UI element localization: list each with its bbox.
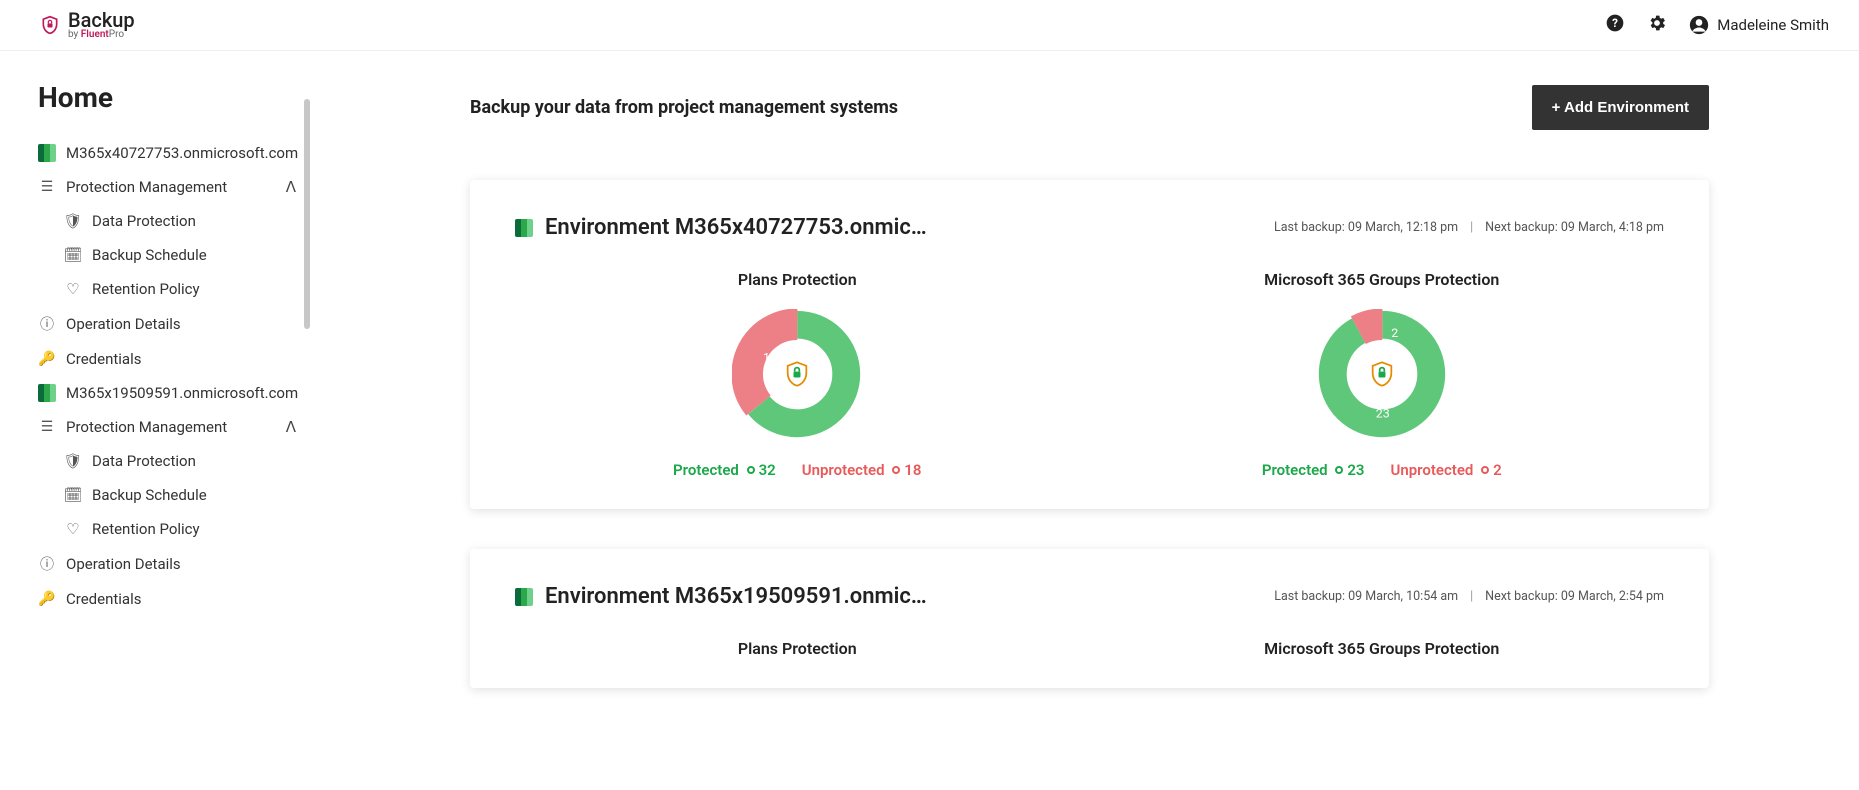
last-backup: Last backup: 09 March, 12:18 pm — [1274, 220, 1458, 235]
sidebar-backup-schedule-2[interactable]: 🗓 Backup Schedule — [38, 478, 306, 512]
sidebar-operation-details-2[interactable]: ⓘ Operation Details — [38, 546, 306, 582]
user-icon — [1689, 15, 1709, 35]
environment-card: Environment M365x19509591.onmic… Last ba… — [470, 549, 1709, 688]
key-icon: 🔑 — [38, 351, 56, 367]
environment-title[interactable]: Environment M365x19509591.onmic… — [515, 584, 927, 609]
environment-card: Environment M365x40727753.onmic… Last ba… — [470, 180, 1709, 509]
gear-icon[interactable] — [1647, 13, 1667, 37]
svg-text:32: 32 — [816, 379, 830, 393]
chevron-up-icon: ᐱ — [286, 178, 296, 196]
page-title: Home — [38, 81, 306, 114]
sidebar-env-1[interactable]: M365x40727753.onmicrosoft.com ⌄ — [38, 136, 306, 170]
backup-meta: Last backup: 09 March, 12:18 pm | Next b… — [1274, 220, 1664, 235]
legend-protected: Protected 23 — [1262, 461, 1365, 479]
chevron-up-icon: ᐱ — [286, 418, 296, 436]
sidebar-backup-schedule-1[interactable]: 🗓 Backup Schedule — [38, 238, 306, 272]
user-menu[interactable]: Madeleine Smith — [1689, 15, 1829, 35]
shield-icon: 🛡 — [64, 212, 82, 230]
planner-icon — [515, 219, 533, 237]
calendar-icon: 🗓 — [64, 246, 82, 264]
sidebar-credentials-1[interactable]: 🔑 Credentials — [38, 342, 306, 376]
shield-lock-icon — [40, 15, 60, 35]
svg-text:?: ? — [1612, 16, 1618, 30]
key-icon: 🔑 — [38, 591, 56, 607]
svg-text:18: 18 — [763, 352, 777, 366]
shield-lock-icon — [1361, 353, 1403, 395]
list-icon: ☰ — [38, 179, 56, 195]
app-logo[interactable]: Backup by FluentPro — [40, 10, 135, 40]
list-icon: ☰ — [38, 419, 56, 435]
sidebar-env-2[interactable]: M365x19509591.onmicrosoft.com ⌄ — [38, 376, 306, 410]
sidebar-retention-policy-1[interactable]: ♡ Retention Policy — [38, 272, 306, 306]
logo-subtitle: by FluentPro — [68, 30, 135, 40]
legend-protected: Protected 32 — [673, 461, 776, 479]
sidebar-credentials-2[interactable]: 🔑 Credentials — [38, 582, 306, 616]
heart-icon: ♡ — [64, 520, 82, 538]
heart-icon: ♡ — [64, 280, 82, 298]
next-backup: Next backup: 09 March, 4:18 pm — [1485, 220, 1664, 235]
shield-icon: 🛡 — [64, 452, 82, 470]
sidebar-protection-mgmt-1[interactable]: ☰ Protection Management ᐱ — [38, 170, 306, 204]
shield-lock-icon — [776, 353, 818, 395]
next-backup: Next backup: 09 March, 2:54 pm — [1485, 589, 1664, 604]
sidebar-protection-mgmt-2[interactable]: ☰ Protection Management ᐱ — [38, 410, 306, 444]
plans-protection-chart: Plans Protection 32 18 — [515, 270, 1080, 479]
backup-meta: Last backup: 09 March, 10:54 am | Next b… — [1274, 589, 1664, 604]
sidebar-data-protection-1[interactable]: 🛡 Data Protection — [38, 204, 306, 238]
help-icon[interactable]: ? — [1605, 13, 1625, 37]
environment-title[interactable]: Environment M365x40727753.onmic… — [515, 215, 927, 240]
main-content: Backup your data from project management… — [310, 51, 1859, 768]
sidebar-scrollbar[interactable] — [304, 99, 310, 659]
planner-icon — [38, 144, 56, 162]
header-actions: ? Madeleine Smith — [1605, 13, 1829, 37]
plans-protection-chart: Plans Protection — [515, 639, 1080, 678]
sidebar-operation-details-1[interactable]: ⓘ Operation Details — [38, 306, 306, 342]
user-name: Madeleine Smith — [1717, 16, 1829, 34]
add-environment-button[interactable]: + Add Environment — [1532, 85, 1709, 130]
sidebar-retention-policy-2[interactable]: ♡ Retention Policy — [38, 512, 306, 546]
planner-icon — [38, 384, 56, 402]
planner-icon — [515, 588, 533, 606]
app-header: Backup by FluentPro ? Madeleine Smith — [0, 0, 1859, 51]
legend-unprotected: Unprotected 18 — [802, 461, 922, 479]
last-backup: Last backup: 09 March, 10:54 am — [1274, 589, 1458, 604]
legend-unprotected: Unprotected 2 — [1391, 461, 1502, 479]
groups-protection-chart: Microsoft 365 Groups Protection — [1100, 639, 1665, 678]
calendar-icon: 🗓 — [64, 486, 82, 504]
sidebar: Home M365x40727753.onmicrosoft.com ⌄ ☰ P… — [0, 51, 310, 768]
main-tagline: Backup your data from project management… — [470, 97, 898, 118]
svg-text:23: 23 — [1376, 407, 1390, 421]
groups-protection-chart: Microsoft 365 Groups Protection 23 2 — [1100, 270, 1665, 479]
scrollbar-thumb[interactable] — [304, 99, 310, 329]
sidebar-scroll[interactable]: M365x40727753.onmicrosoft.com ⌄ ☰ Protec… — [38, 136, 306, 696]
logo-title: Backup — [68, 10, 135, 30]
info-icon: ⓘ — [38, 554, 56, 574]
info-icon: ⓘ — [38, 314, 56, 334]
sidebar-data-protection-2[interactable]: 🛡 Data Protection — [38, 444, 306, 478]
svg-text:2: 2 — [1391, 327, 1398, 341]
